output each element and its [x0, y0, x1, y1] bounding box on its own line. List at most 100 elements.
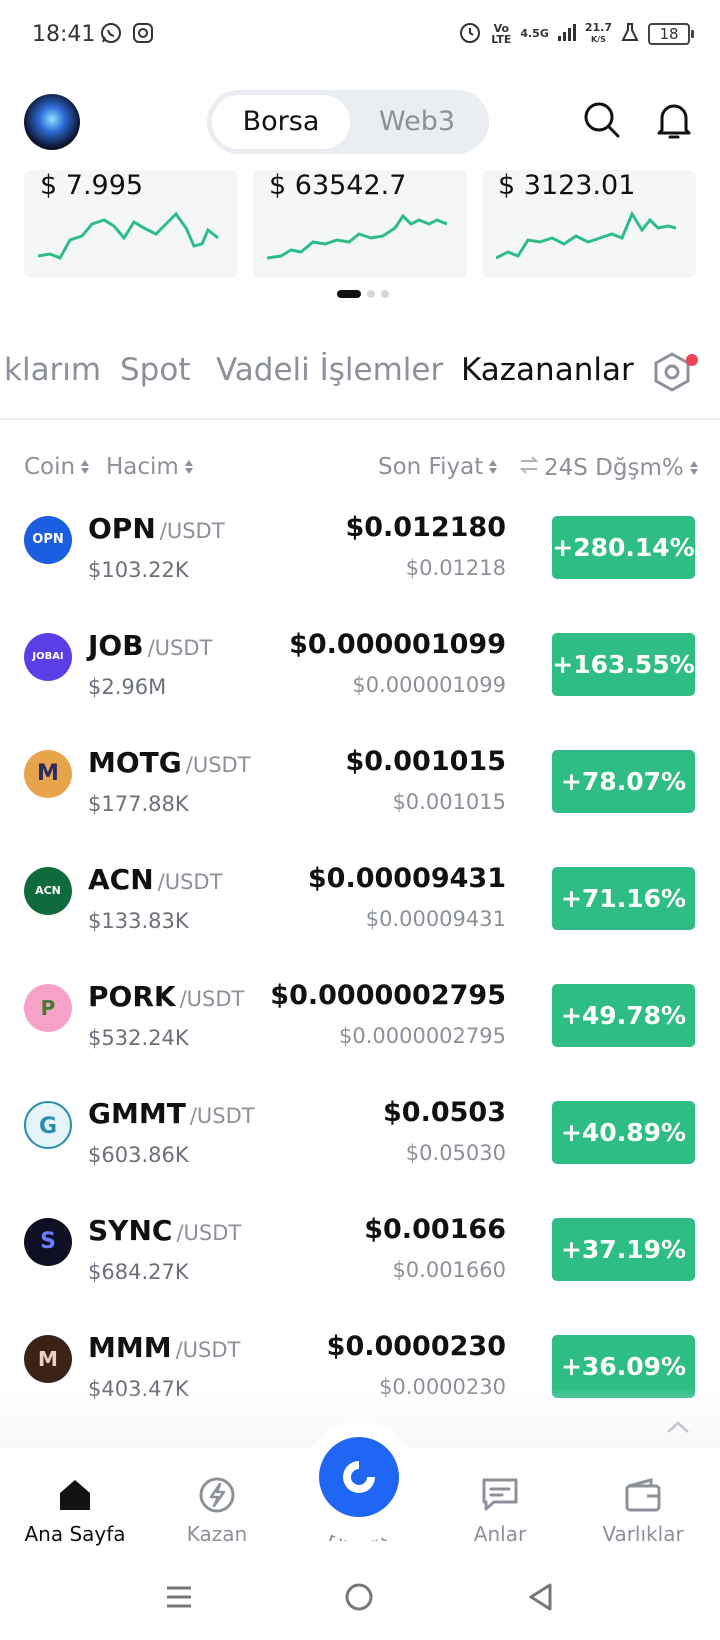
nav-home[interactable]: Ana Sayfa [10, 1448, 140, 1546]
header-volume: Hacim [106, 454, 179, 480]
search-icon[interactable] [582, 100, 622, 144]
coin-symbol: GMMT [88, 1097, 186, 1130]
market-card[interactable]: $ 3123.01 [482, 170, 696, 278]
tab-borsa[interactable]: Borsa [212, 95, 350, 149]
tab-futures[interactable]: Vadeli İşlemler [216, 352, 443, 388]
sort-last-price[interactable]: Son Fiyat [378, 454, 498, 480]
tab-spot[interactable]: Spot [120, 352, 190, 388]
coin-logo-text: ACN [35, 884, 61, 897]
swap-icon[interactable] [518, 454, 540, 482]
nav-earn-label: Kazan [186, 1522, 248, 1546]
coin-logo: P [24, 984, 72, 1032]
nav-earn[interactable]: Kazan [152, 1448, 282, 1546]
coin-symbol: JOB [88, 629, 144, 662]
coin-logo-text: S [40, 1229, 56, 1254]
market-row[interactable]: ACN ACN/USDT $133.83K $0.00009431 $0.000… [0, 851, 720, 968]
instagram-icon [132, 22, 154, 48]
market-cards: $ 7.995 $ 63542.7 $ 3123.01 [0, 170, 720, 280]
nav-assets[interactable]: Varlıklar [578, 1448, 708, 1546]
tab-gainers[interactable]: Kazananlar [461, 352, 634, 388]
coin-quote: /USDT [157, 870, 223, 894]
change-badge[interactable]: +163.55% [552, 633, 695, 696]
change-badge[interactable]: +49.78% [552, 984, 695, 1047]
carousel-indicator [337, 290, 389, 298]
coin-volume: $103.22K [88, 558, 189, 582]
market-card[interactable]: $ 63542.7 [253, 170, 467, 278]
market-row[interactable]: OPN OPN/USDT $103.22K $0.012180 $0.01218… [0, 500, 720, 617]
tab-web3[interactable]: Web3 [350, 95, 484, 149]
last-price: $0.00009431 [307, 863, 506, 894]
nav-moments[interactable]: Anlar [435, 1448, 565, 1546]
last-price: $0.0503 [383, 1097, 506, 1128]
sort-change[interactable]: 24S Dğşm% [518, 454, 698, 482]
speed-readout: 21.7 K/S [585, 22, 612, 45]
coin-quote: /USDT [179, 987, 245, 1011]
coin-volume: $177.88K [88, 792, 189, 816]
sort-volume[interactable]: Hacim [106, 454, 193, 480]
last-price: $0.0000002795 [270, 980, 506, 1011]
market-card[interactable]: $ 7.995 [24, 170, 238, 278]
coin-logo: M [24, 750, 72, 798]
notification-dot [686, 354, 698, 366]
tab-favorites[interactable]: klarım [4, 352, 101, 388]
carousel-dot [381, 290, 389, 298]
coin-volume: $532.24K [88, 1026, 189, 1050]
coin-quote: /USDT [176, 1221, 242, 1245]
sort-icon [689, 461, 698, 475]
coin-logo-text: JOBAI [32, 651, 64, 662]
menu-icon[interactable] [164, 1582, 194, 1616]
avatar[interactable] [24, 94, 80, 150]
signal-icon [557, 22, 577, 45]
coin-symbol: PORK [88, 980, 176, 1013]
coin-logo-text: P [40, 996, 56, 1020]
coin-quote: /USDT [175, 1338, 241, 1362]
trade-icon [343, 1461, 375, 1493]
coin-symbol: MMM [88, 1331, 172, 1364]
category-tabs: klarım Spot Vadeli İşlemler Kazananlar [0, 352, 720, 414]
sort-icon [489, 460, 498, 474]
market-row[interactable]: S SYNC/USDT $684.27K $0.00166 $0.001660 … [0, 1202, 720, 1319]
app-header: Borsa Web3 [0, 86, 720, 178]
change-badge[interactable]: +280.14% [552, 516, 695, 579]
coin-volume: $2.96M [88, 675, 167, 699]
trade-button[interactable] [319, 1437, 399, 1517]
coin-logo: ACN [24, 867, 72, 915]
back-icon[interactable] [526, 1582, 556, 1616]
home-button-icon[interactable] [344, 1582, 374, 1616]
nav-moments-label: Anlar [473, 1522, 527, 1546]
coin-logo: S [24, 1218, 72, 1266]
speed-unit: K/S [590, 35, 606, 44]
change-badge[interactable]: +78.07% [552, 750, 695, 813]
carousel-dot [367, 290, 375, 298]
coin-logo-text: M [38, 1347, 58, 1371]
coin-quote: /USDT [147, 636, 213, 660]
coin-symbol: ACN [88, 863, 154, 896]
change-badge[interactable]: +37.19% [552, 1218, 695, 1281]
last-price-usd: $0.001015 [392, 790, 506, 814]
sparkline-chart [267, 213, 448, 260]
change-badge[interactable]: +71.16% [552, 867, 695, 930]
market-row[interactable]: M MOTG/USDT $177.88K $0.001015 $0.001015… [0, 734, 720, 851]
wallet-icon [625, 1478, 661, 1512]
home-icon [60, 1480, 90, 1510]
chevron-up-icon[interactable] [666, 1416, 690, 1440]
coin-logo: M [24, 1335, 72, 1383]
chat-icon [482, 1478, 518, 1511]
coin-symbol: MOTG [88, 746, 182, 779]
speed-value: 21.7 [584, 21, 612, 34]
header-coin: Coin [24, 454, 76, 480]
coin-symbol: OPN [88, 512, 156, 545]
nav-home-label: Ana Sayfa [24, 1522, 126, 1546]
coin-logo: OPN [24, 516, 72, 564]
market-row[interactable]: G GMMT/USDT $603.86K $0.0503 $0.05030 +4… [0, 1085, 720, 1202]
whatsapp-icon [100, 22, 122, 48]
bolt-icon [199, 1477, 235, 1513]
coin-quote: /USDT [185, 753, 251, 777]
last-price: $0.00166 [364, 1214, 506, 1245]
sort-coin[interactable]: Coin [24, 454, 90, 480]
market-row[interactable]: P PORK/USDT $532.24K $0.0000002795 $0.00… [0, 968, 720, 1085]
market-row[interactable]: JOBAI JOB/USDT $2.96M $0.000001099 $0.00… [0, 617, 720, 734]
bell-icon[interactable] [654, 100, 694, 146]
status-time: 18:41 [32, 22, 96, 47]
change-badge[interactable]: +40.89% [552, 1101, 695, 1164]
